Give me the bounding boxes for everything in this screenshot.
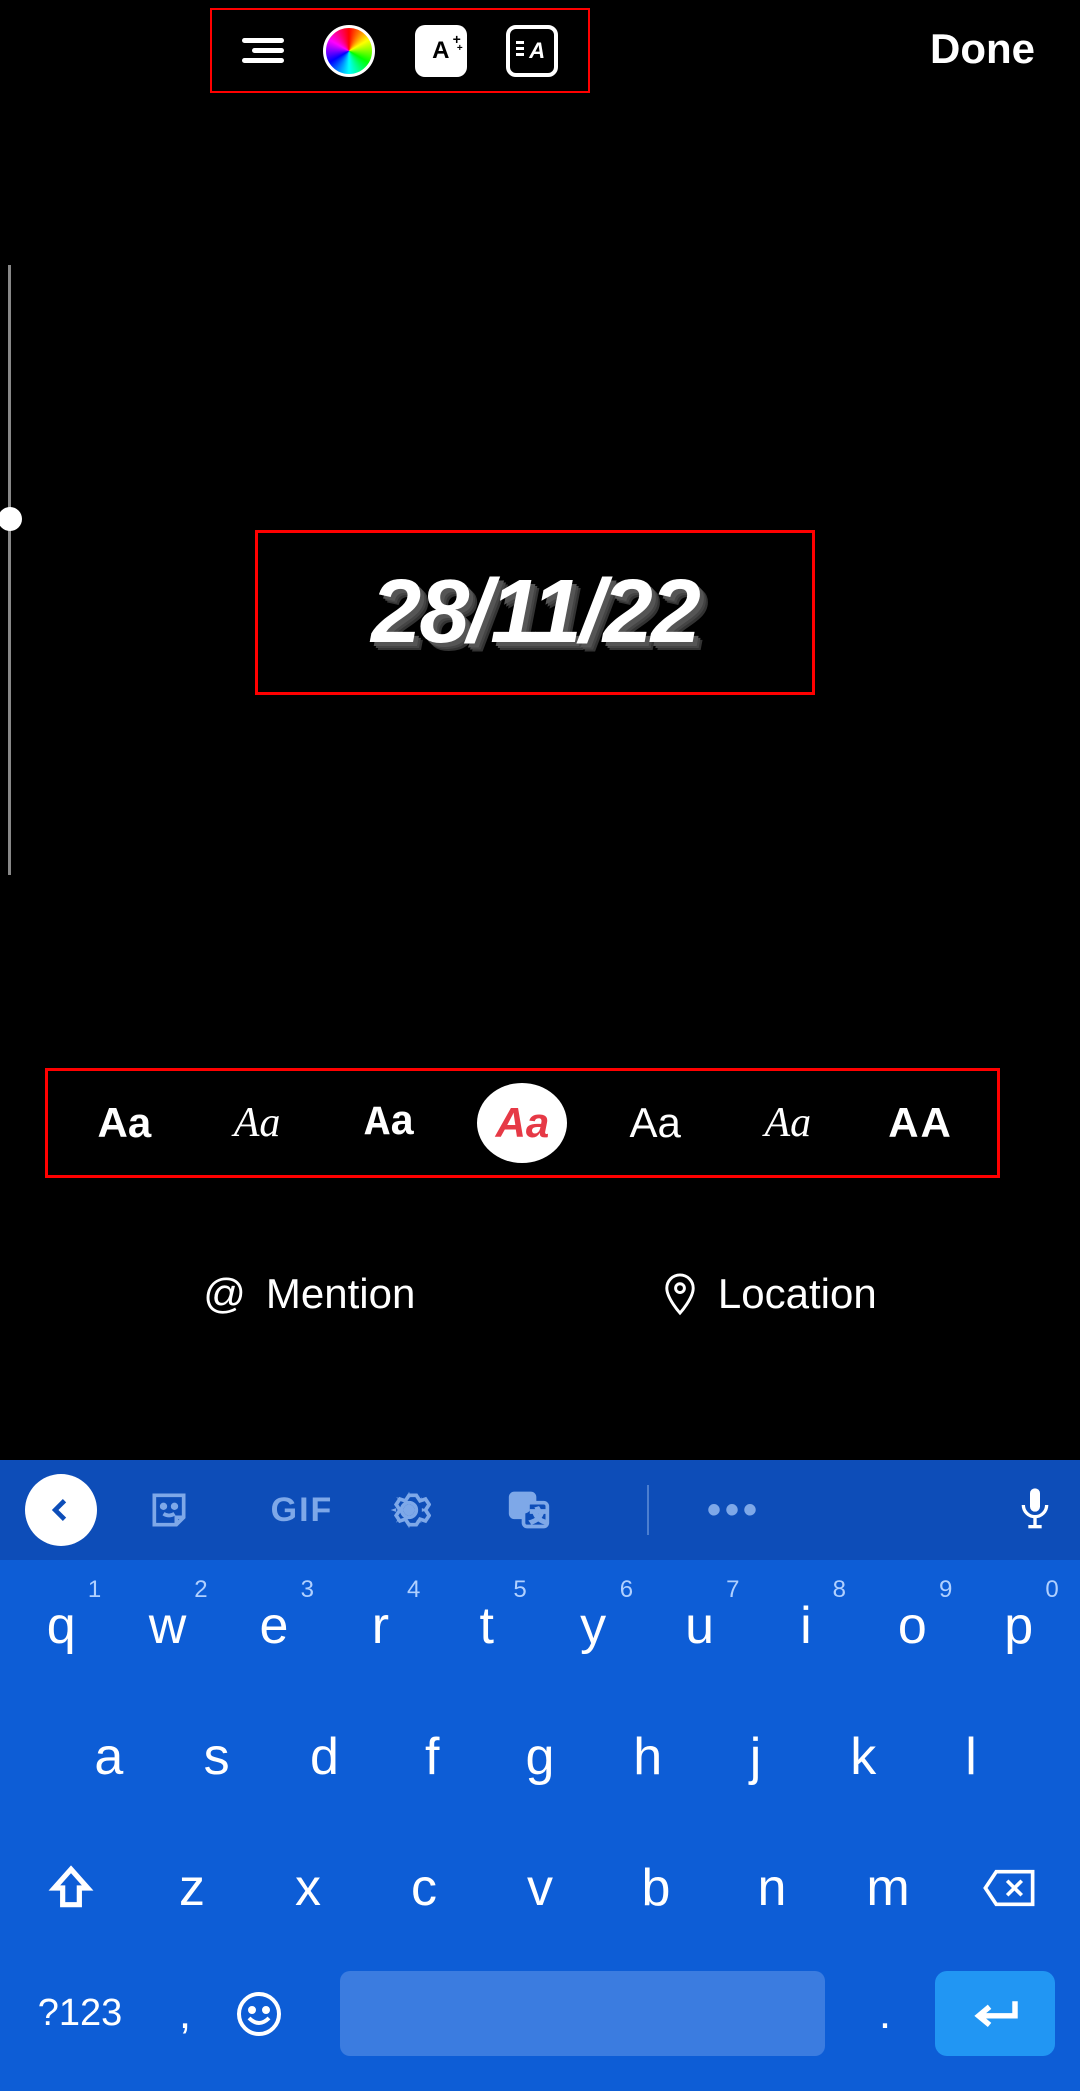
done-button[interactable]: Done	[930, 25, 1035, 73]
key-k[interactable]: k	[813, 1709, 913, 1804]
story-text-input[interactable]: 28/11/22	[371, 561, 699, 664]
text-align-icon[interactable]	[242, 38, 284, 63]
keyboard-collapse-button[interactable]	[25, 1474, 97, 1546]
font-option-script[interactable]: Aa	[212, 1083, 302, 1163]
key-x[interactable]: x	[258, 1840, 358, 1935]
font-option-caps[interactable]: AA	[876, 1083, 966, 1163]
key-g[interactable]: g	[490, 1709, 590, 1804]
text-tools-toolbar: A A	[210, 8, 590, 93]
key-e[interactable]: e3	[224, 1578, 324, 1673]
key-z[interactable]: z	[142, 1840, 242, 1935]
animate-letter: A	[529, 38, 545, 64]
on-screen-keyboard: GIF G 文 •••	[0, 1460, 1080, 2091]
key-n[interactable]: n	[722, 1840, 822, 1935]
period-key[interactable]: .	[850, 1989, 920, 2039]
key-m[interactable]: m	[838, 1840, 938, 1935]
key-c[interactable]: c	[374, 1840, 474, 1935]
keyboard-row-3: z x c v b n m	[0, 1822, 1080, 1953]
font-option-typewriter[interactable]: Aa	[345, 1083, 435, 1163]
key-j[interactable]: j	[705, 1709, 805, 1804]
color-picker-icon[interactable]	[323, 25, 375, 77]
at-icon: @	[203, 1270, 246, 1318]
keyboard-row-1: q1 w2 e3 r4 t5 y6 u7 i8 o9 p0	[0, 1560, 1080, 1691]
key-h[interactable]: h	[598, 1709, 698, 1804]
translate-icon[interactable]: G 文	[507, 1488, 577, 1532]
microphone-icon[interactable]	[1015, 1485, 1055, 1535]
keyboard-toolbar: GIF G 文 •••	[0, 1460, 1080, 1560]
font-option-classic[interactable]: Aa	[79, 1083, 169, 1163]
more-options-icon[interactable]: •••	[699, 1488, 769, 1533]
enter-key[interactable]	[935, 1971, 1055, 2056]
effects-letter: A	[432, 37, 449, 65]
svg-text:文: 文	[531, 1508, 546, 1525]
font-option-serif[interactable]: Aa	[743, 1083, 833, 1163]
location-button[interactable]: Location	[662, 1270, 877, 1318]
divider	[647, 1485, 649, 1535]
font-option-bold-italic[interactable]: Aa	[477, 1083, 567, 1163]
font-size-slider-track[interactable]	[8, 265, 11, 875]
gif-button[interactable]: GIF	[267, 1491, 337, 1530]
sticker-icon[interactable]	[147, 1488, 217, 1532]
svg-text:G: G	[516, 1498, 529, 1516]
key-t[interactable]: t5	[437, 1578, 537, 1673]
spacebar-key[interactable]	[340, 1971, 825, 2056]
key-q[interactable]: q1	[11, 1578, 111, 1673]
key-v[interactable]: v	[490, 1840, 590, 1935]
font-option-modern[interactable]: Aa	[610, 1083, 700, 1163]
key-f[interactable]: f	[382, 1709, 482, 1804]
key-d[interactable]: d	[274, 1709, 374, 1804]
tag-suggestion-bar: @ Mention Location	[0, 1270, 1080, 1318]
key-p[interactable]: p0	[969, 1578, 1069, 1673]
text-animate-icon[interactable]: A	[506, 25, 558, 77]
emoji-key[interactable]	[235, 1990, 315, 2038]
settings-icon[interactable]	[387, 1488, 457, 1532]
key-w[interactable]: w2	[118, 1578, 218, 1673]
key-r[interactable]: r4	[330, 1578, 430, 1673]
mention-button[interactable]: @ Mention	[203, 1270, 415, 1318]
key-a[interactable]: a	[59, 1709, 159, 1804]
font-size-slider-handle[interactable]	[0, 507, 22, 531]
key-u[interactable]: u7	[650, 1578, 750, 1673]
key-o[interactable]: o9	[862, 1578, 962, 1673]
canvas-text-container: 28/11/22	[255, 530, 815, 695]
key-i[interactable]: i8	[756, 1578, 856, 1673]
location-label: Location	[718, 1270, 877, 1318]
text-effects-icon[interactable]: A	[415, 25, 467, 77]
key-s[interactable]: s	[167, 1709, 267, 1804]
shift-key[interactable]	[16, 1840, 126, 1935]
key-l[interactable]: l	[921, 1709, 1021, 1804]
key-y[interactable]: y6	[543, 1578, 643, 1673]
mention-label: Mention	[266, 1270, 415, 1318]
key-b[interactable]: b	[606, 1840, 706, 1935]
symbols-key[interactable]: ?123	[25, 1992, 135, 2035]
font-style-picker: Aa Aa Aa Aa Aa Aa AA	[45, 1068, 1000, 1178]
keyboard-row-4: ?123 , .	[0, 1953, 1080, 2091]
location-pin-icon	[662, 1272, 698, 1316]
comma-key[interactable]: ,	[150, 1989, 220, 2039]
keyboard-row-2: a s d f g h j k l	[0, 1691, 1080, 1822]
backspace-key[interactable]	[954, 1840, 1064, 1935]
